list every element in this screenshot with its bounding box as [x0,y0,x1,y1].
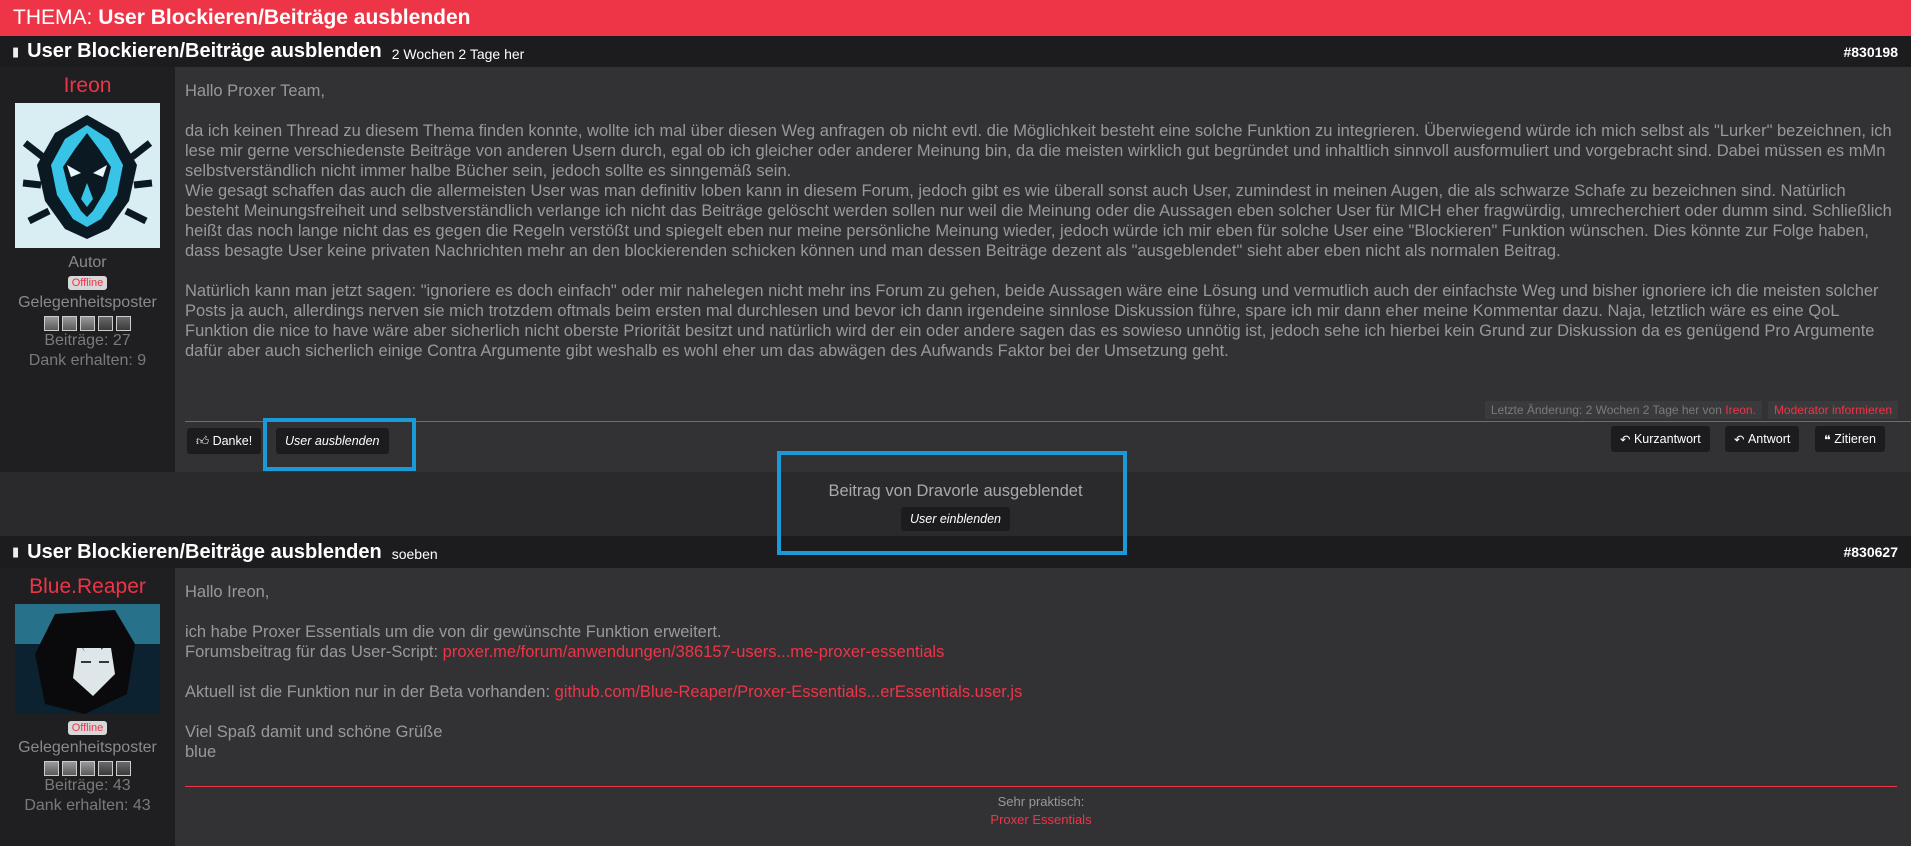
quick-reply-button[interactable]: ↶ Kurzantwort [1611,426,1710,452]
post-830198: ▮ User Blockieren/Beiträge ausblenden 2 … [0,36,1911,472]
thumbs-up-icon: 👍︎ [196,433,210,448]
reply-icon: ↶ [1734,432,1745,447]
post-line: Viel Spaß damit und schöne Grüße [185,723,443,741]
post-greeting: Hallo Ireon, [185,583,270,601]
thanks-button[interactable]: 👍︎ Danke! [187,428,262,454]
rank-icons [0,761,175,776]
highlight-box [263,418,416,471]
post-line: ich habe Proxer Essentials um die von di… [185,623,722,641]
github-link[interactable]: github.com/Blue-Reaper/Proxer-Essentials… [555,683,1023,701]
post-paragraph: Natürlich kann man jetzt sagen: "ignorie… [185,282,1879,360]
post-line: Forumsbeitrag für das User-Script: proxe… [185,643,945,661]
user-rank: Gelegenheitsposter [18,294,157,311]
pin-icon: ▮ [12,43,20,59]
user-post-count: Beiträge: 27 [44,332,131,349]
post-header: ▮ User Blockieren/Beiträge ausblenden 2 … [0,36,1911,67]
quote-icon: ❝ [1824,432,1831,447]
last-change-row: Letzte Änderung: 2 Wochen 2 Tage her von… [1484,401,1898,419]
post-paragraph: Wie gesagt schaffen das auch die allerme… [185,182,1892,260]
signature-label: Sehr praktisch: [997,794,1085,809]
report-moderator-link[interactable]: Moderator informieren [1767,401,1898,419]
last-change-user[interactable]: Ireon. [1725,403,1756,417]
user-pane: Blue.Reaper Offline Gelegenheitsposter B… [0,568,175,846]
post-id-link[interactable]: #830627 [1843,544,1898,560]
status-badge: Offline [67,721,108,735]
last-change-info: Letzte Änderung: 2 Wochen 2 Tage her von… [1484,401,1762,419]
thread-prefix: THEMA: [13,6,93,29]
post-time: 2 Wochen 2 Tage her [391,45,525,62]
user-role: Autor [68,254,107,271]
post-id-link[interactable]: #830198 [1843,44,1898,60]
pin-icon: ▮ [12,544,20,559]
avatar[interactable] [15,604,160,714]
post-paragraph: da ich keinen Thread zu diesem Thema fin… [185,122,1892,180]
status-badge: Offline [67,276,108,290]
user-post-count: Beiträge: 43 [44,777,131,794]
post-content: Hallo Ireon, ich habe Proxer Essentials … [175,568,1911,846]
user-thanks-count: Dank erhalten: 9 [28,352,147,369]
forum-link[interactable]: proxer.me/forum/anwendungen/386157-users… [443,643,945,661]
post-line: blue [185,743,217,761]
post-greeting: Hallo Proxer Team, [185,82,326,100]
signature-link[interactable]: Proxer Essentials [185,811,1897,829]
username[interactable]: Blue.Reaper [0,574,175,600]
username[interactable]: Ireon [0,73,175,99]
rank-icons [0,316,175,331]
user-thanks-count: Dank erhalten: 43 [24,797,151,814]
quote-button[interactable]: ❝ Zitieren [1815,426,1885,452]
post-title[interactable]: User Blockieren/Beiträge ausblenden [27,40,382,63]
thread-title-bar: THEMA: User Blockieren/Beiträge ausblend… [0,0,1911,36]
user-pane: Ireon Autor Offline Gelegenheitsposter B… [0,67,175,472]
post-830627: ▮ User Blockieren/Beiträge ausblenden so… [0,536,1911,846]
reply-button[interactable]: ↶ Antwort [1725,426,1800,452]
user-rank: Gelegenheitsposter [18,739,157,756]
avatar[interactable] [15,103,160,248]
post-time: soeben [391,546,438,562]
post-line: Aktuell ist die Funktion nur in der Beta… [185,683,1023,701]
reply-icon: ↶ [1620,432,1631,447]
highlight-box [777,451,1127,555]
post-title[interactable]: User Blockieren/Beiträge ausblenden [27,541,382,564]
signature: Sehr praktisch: Proxer Essentials [185,793,1897,829]
thread-title: User Blockieren/Beiträge ausblenden [98,6,471,29]
